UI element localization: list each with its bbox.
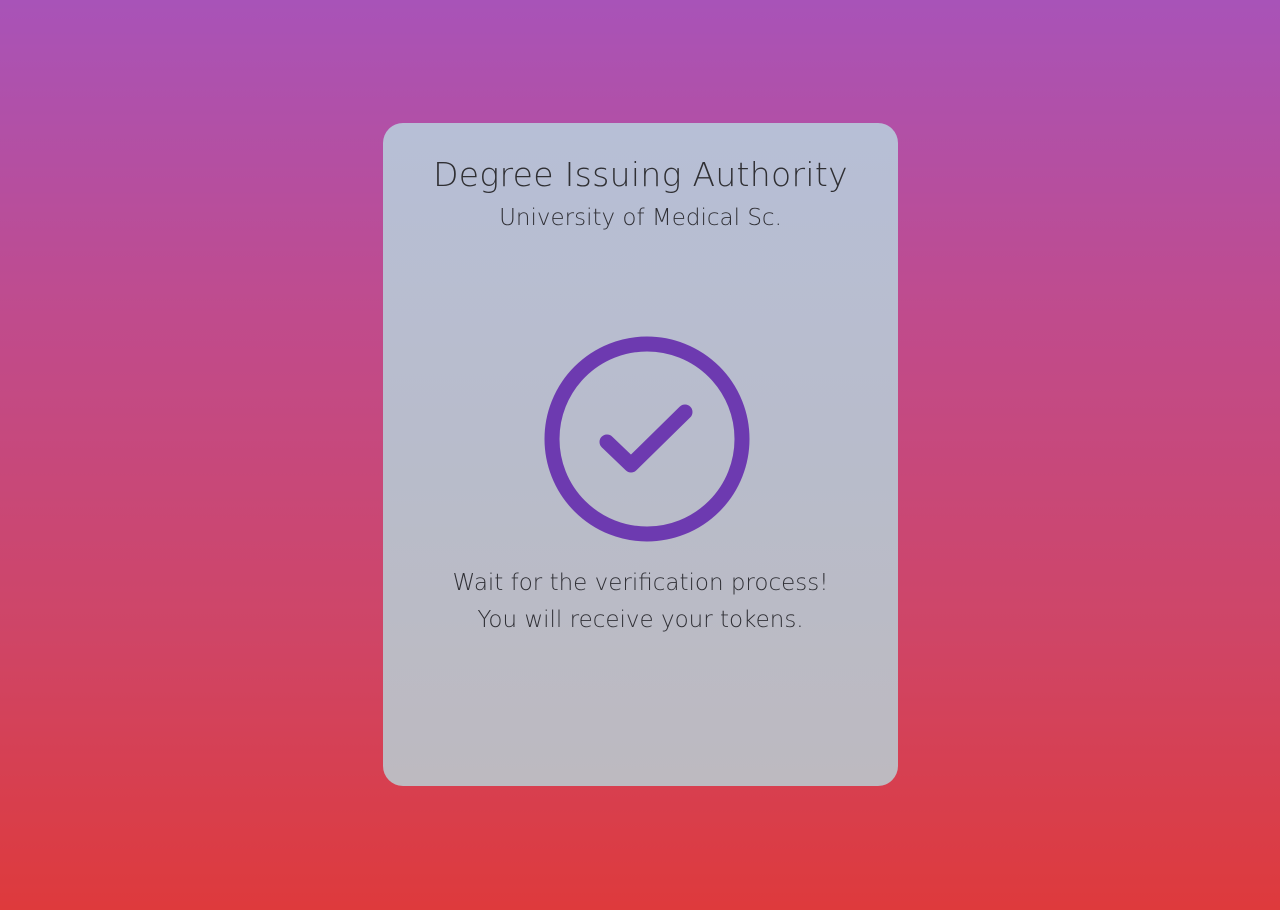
status-message-line-1: Wait for the verification process! — [452, 570, 829, 596]
check-circle-icon — [544, 336, 750, 542]
status-message: Wait for the verification process! You w… — [383, 565, 898, 639]
card-subtitle: University of Medical Sc. — [499, 205, 782, 231]
status-message-line-2: You will receive your tokens. — [477, 607, 804, 633]
card-title: Degree Issuing Authority — [433, 155, 848, 194]
check-mark — [599, 404, 693, 473]
verification-card: Degree Issuing Authority University of M… — [383, 123, 898, 786]
page: { "card": { "title": "Degree Issuing Aut… — [0, 0, 1280, 910]
